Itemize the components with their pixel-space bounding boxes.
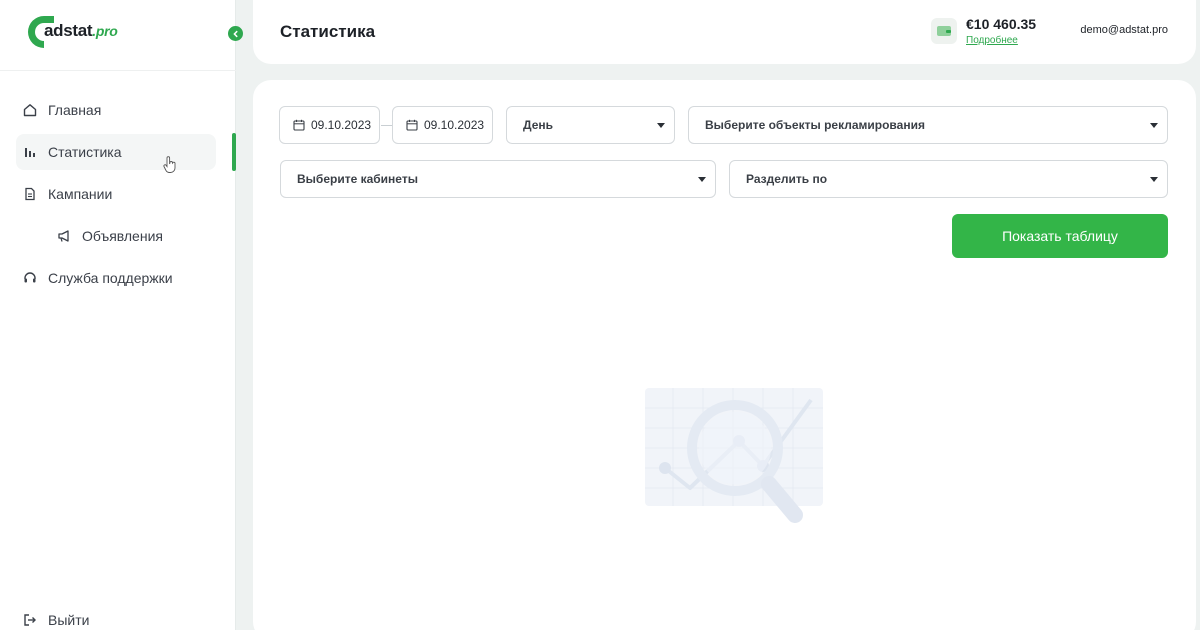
wallet-icon [931,18,957,44]
sidebar-item-label: Статистика [48,144,122,160]
megaphone-icon [56,228,72,244]
main-panel: 09.10.2023 09.10.2023 День Выберите объе… [253,80,1196,630]
sidebar-item-label: Главная [48,102,102,118]
date-from-picker[interactable]: 09.10.2023 [279,106,380,144]
date-from-value: 09.10.2023 [311,118,372,132]
caret-down-icon [657,123,665,128]
date-to-picker[interactable]: 09.10.2023 [392,106,493,144]
accounts-placeholder: Выберите кабинеты [297,172,418,186]
caret-down-icon [1150,123,1158,128]
empty-analytics-illustration-icon [645,388,823,523]
hand-cursor-icon [163,156,176,173]
header: Статистика €10 460.35 Подробнее demo@ads… [253,0,1196,64]
home-icon [22,102,38,118]
sidebar-item-ads[interactable]: Объявления [16,218,216,254]
logout-icon [22,612,38,628]
details-link[interactable]: Подробнее [966,35,1018,46]
document-icon [22,186,38,202]
caret-down-icon [1150,177,1158,182]
granularity-select[interactable]: День [506,106,675,144]
sidebar-item-campaigns[interactable]: Кампании [16,176,216,212]
user-email[interactable]: demo@adstat.pro [1080,24,1168,36]
headset-icon [22,270,38,286]
sidebar-item-label: Служба поддержки [48,270,173,286]
sidebar: adstat.pro Главная Статистика Кампании О… [0,0,236,630]
sidebar-item-home[interactable]: Главная [16,92,216,128]
logout-label: Выйти [48,612,90,628]
ad-objects-placeholder: Выберите объекты рекламирования [705,118,925,132]
chevron-left-icon [232,30,238,37]
sidebar-item-statistics[interactable]: Статистика [16,134,216,170]
split-by-placeholder: Разделить по [746,172,828,186]
show-table-button[interactable]: Показать таблицу [952,214,1168,258]
granularity-value: День [523,118,553,132]
sidebar-item-label: Объявления [82,228,163,244]
caret-down-icon [698,177,706,182]
sidebar-divider [0,70,236,71]
collapse-sidebar-button[interactable] [228,26,243,41]
sidebar-item-support[interactable]: Служба поддержки [16,260,216,296]
page-title: Статистика [280,22,376,41]
active-indicator [232,133,236,171]
calendar-icon [293,119,305,131]
logout-button[interactable]: Выйти [16,602,216,630]
split-by-select[interactable]: Разделить по [729,160,1168,198]
balance: €10 460.35 [966,16,1037,32]
date-to-value: 09.10.2023 [424,118,485,132]
bar-chart-icon [22,144,38,160]
ad-objects-select[interactable]: Выберите объекты рекламирования [688,106,1168,144]
sidebar-item-label: Кампании [48,186,113,202]
logo-text[interactable]: adstat.pro [44,21,118,41]
accounts-select[interactable]: Выберите кабинеты [280,160,716,198]
calendar-icon [406,119,418,131]
